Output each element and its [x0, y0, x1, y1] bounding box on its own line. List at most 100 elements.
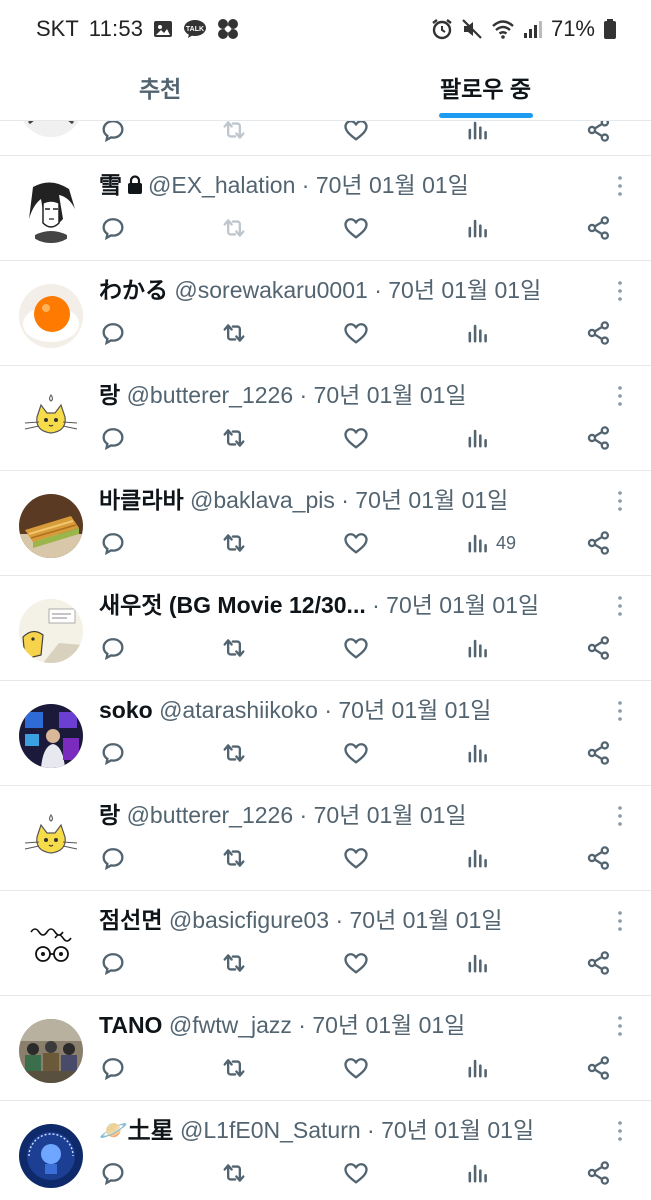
avatar[interactable] [19, 389, 83, 453]
avatar[interactable] [19, 179, 83, 243]
retweet-button[interactable] [220, 947, 248, 979]
post-row[interactable]: TANO @fwtw_jazz · 70년 01월 01일 [0, 996, 651, 1101]
more-options-icon[interactable] [616, 594, 624, 618]
share-button[interactable] [585, 422, 613, 454]
post-row[interactable]: 점선면 @basicfigure03 · 70년 01월 01일 [0, 891, 651, 996]
retweet-button[interactable] [220, 632, 248, 664]
user-handle[interactable]: @EX_halation [148, 172, 295, 198]
avatar[interactable] [19, 809, 83, 873]
retweet-button[interactable] [220, 317, 248, 349]
retweet-button[interactable] [220, 212, 248, 244]
post-row[interactable]: 새우젓 (BG Movie 12/30... · 70년 01월 01일 [0, 576, 651, 681]
more-options-icon[interactable] [616, 909, 624, 933]
post-row[interactable]: soko @atarashiikoko · 70년 01월 01일 [0, 681, 651, 786]
display-name[interactable]: 랑 [99, 382, 120, 408]
like-button[interactable] [342, 737, 370, 769]
avatar[interactable] [19, 284, 83, 348]
more-options-icon[interactable] [616, 1119, 624, 1143]
like-button[interactable] [342, 842, 370, 874]
retweet-button[interactable] [220, 842, 248, 874]
views-button[interactable] [464, 1157, 492, 1189]
user-handle[interactable]: @baklava_pis [190, 487, 335, 513]
display-name[interactable]: TANO [99, 1012, 162, 1038]
display-name[interactable]: 雪 [99, 172, 122, 198]
views-button[interactable] [464, 842, 492, 874]
avatar[interactable] [19, 704, 83, 768]
avatar[interactable] [19, 914, 83, 978]
display-name[interactable]: soko [99, 697, 153, 723]
post-row[interactable]: 랑 @butterer_1226 · 70년 01월 01일 [0, 366, 651, 471]
share-button[interactable] [585, 737, 613, 769]
share-button[interactable] [585, 1157, 613, 1189]
views-button[interactable] [464, 121, 492, 146]
user-handle[interactable]: @sorewakaru0001 [174, 277, 367, 303]
user-handle[interactable]: @atarashiikoko [159, 697, 318, 723]
user-handle[interactable]: @butterer_1226 [127, 802, 294, 828]
views-button[interactable] [464, 632, 492, 664]
display-name[interactable]: 점선면 [99, 907, 162, 933]
like-button[interactable] [342, 317, 370, 349]
reply-button[interactable] [99, 842, 127, 874]
like-button[interactable] [342, 527, 370, 559]
reply-button[interactable] [99, 527, 127, 559]
post-row[interactable]: 바클라바 @baklava_pis · 70년 01월 01일 49 [0, 471, 651, 576]
avatar[interactable] [19, 1019, 83, 1083]
more-options-icon[interactable] [616, 279, 624, 303]
user-handle[interactable]: @basicfigure03 [169, 907, 329, 933]
reply-button[interactable] [99, 632, 127, 664]
avatar[interactable] [19, 599, 83, 663]
more-options-icon[interactable] [616, 489, 624, 513]
share-button[interactable] [585, 212, 613, 244]
share-button[interactable] [585, 842, 613, 874]
retweet-button[interactable] [220, 527, 248, 559]
retweet-button[interactable] [220, 737, 248, 769]
views-button[interactable] [464, 317, 492, 349]
views-button[interactable] [464, 422, 492, 454]
avatar[interactable] [19, 121, 83, 137]
tab-following[interactable]: 팔로우 중 [440, 70, 531, 104]
reply-button[interactable] [99, 121, 127, 146]
more-options-icon[interactable] [616, 699, 624, 723]
retweet-button[interactable] [220, 422, 248, 454]
share-button[interactable] [585, 317, 613, 349]
share-button[interactable] [585, 632, 613, 664]
like-button[interactable] [342, 632, 370, 664]
user-handle[interactable]: @L1fE0N_Saturn [180, 1117, 361, 1143]
reply-button[interactable] [99, 422, 127, 454]
tab-recommended[interactable]: 추천 [139, 70, 181, 104]
post-row[interactable]: 雪 @EX_halation · 70년 01월 01일 [0, 156, 651, 261]
post-row[interactable]: 🪐土星 @L1fE0N_Saturn · 70년 01월 01일 [0, 1101, 651, 1200]
views-button[interactable]: 49 [464, 527, 516, 559]
display-name[interactable]: 새우젓 (BG Movie 12/30... [99, 592, 366, 618]
views-button[interactable] [464, 212, 492, 244]
display-name[interactable]: 🪐土星 [99, 1117, 174, 1143]
retweet-button[interactable] [220, 1052, 248, 1084]
avatar[interactable] [19, 494, 83, 558]
reply-button[interactable] [99, 1052, 127, 1084]
share-button[interactable] [585, 527, 613, 559]
retweet-button[interactable] [220, 1157, 248, 1189]
more-options-icon[interactable] [616, 804, 624, 828]
share-button[interactable] [585, 947, 613, 979]
more-options-icon[interactable] [616, 384, 624, 408]
views-button[interactable] [464, 1052, 492, 1084]
reply-button[interactable] [99, 1157, 127, 1189]
share-button[interactable] [585, 121, 613, 146]
like-button[interactable] [342, 212, 370, 244]
reply-button[interactable] [99, 737, 127, 769]
retweet-button[interactable] [220, 121, 248, 146]
more-options-icon[interactable] [616, 174, 624, 198]
reply-button[interactable] [99, 212, 127, 244]
like-button[interactable] [342, 121, 370, 146]
display-name[interactable]: 랑 [99, 802, 120, 828]
views-button[interactable] [464, 947, 492, 979]
more-options-icon[interactable] [616, 1014, 624, 1038]
post-row[interactable]: 랑 @butterer_1226 · 70년 01월 01일 [0, 786, 651, 891]
user-handle[interactable]: @fwtw_jazz [169, 1012, 292, 1038]
like-button[interactable] [342, 1052, 370, 1084]
user-handle[interactable]: @butterer_1226 [127, 382, 294, 408]
like-button[interactable] [342, 422, 370, 454]
like-button[interactable] [342, 1157, 370, 1189]
reply-button[interactable] [99, 947, 127, 979]
display-name[interactable]: 바클라바 [99, 487, 184, 513]
